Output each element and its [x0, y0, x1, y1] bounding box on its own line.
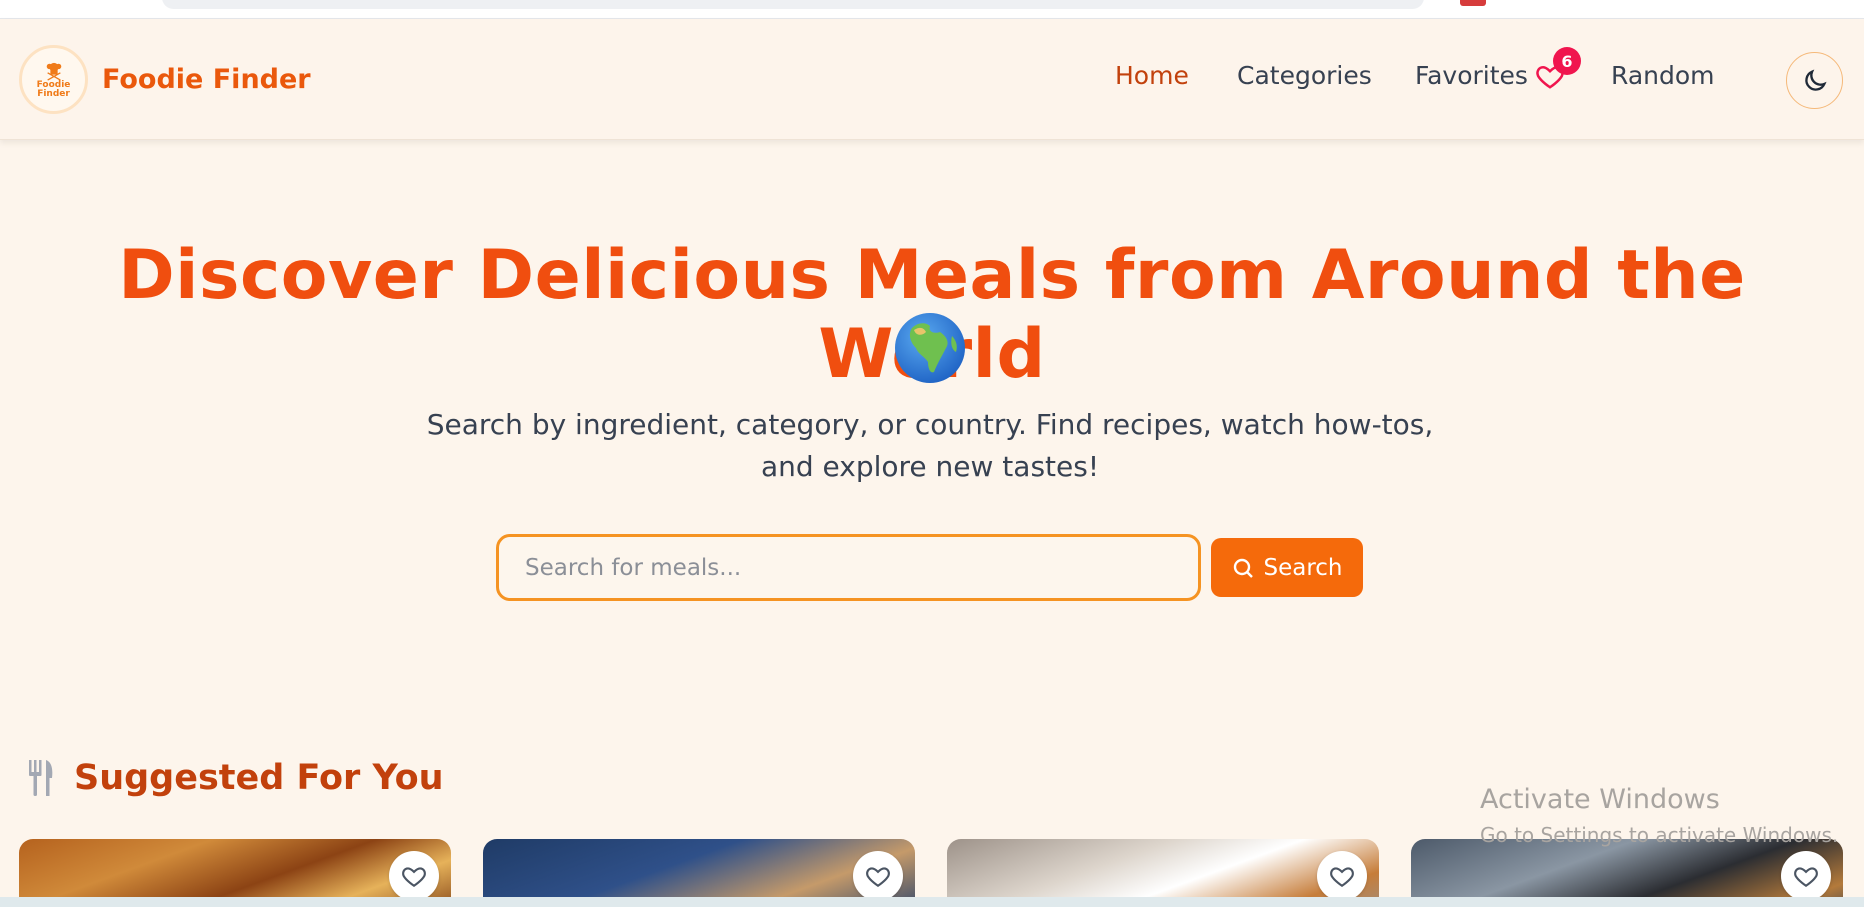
suggested-title: Suggested For You	[74, 758, 444, 798]
globe-africa-icon	[895, 313, 965, 383]
heart-icon	[402, 867, 426, 888]
brand-name[interactable]: Foodie Finder	[102, 64, 311, 95]
favorite-button[interactable]	[1317, 851, 1367, 901]
favorite-button[interactable]	[1781, 851, 1831, 901]
extension-icon[interactable]	[1460, 0, 1486, 6]
search-icon	[1234, 558, 1254, 578]
browser-chrome	[0, 0, 1864, 19]
theme-toggle-button[interactable]	[1786, 52, 1843, 109]
hero-subtitle: Search by ingredient, category, or count…	[426, 408, 1434, 483]
activate-windows-watermark: Activate Windows Go to Settings to activ…	[1480, 784, 1838, 847]
taskbar	[0, 897, 1864, 907]
brand[interactable]: Foodie Finder Foodie Finder	[19, 45, 311, 114]
utensils-icon	[29, 760, 53, 796]
favorite-button[interactable]	[853, 851, 903, 901]
nav-home[interactable]: Home	[1115, 61, 1189, 90]
search-button-label: Search	[1263, 554, 1343, 581]
moon-icon	[1804, 68, 1827, 91]
search-input[interactable]	[496, 534, 1201, 601]
search-button[interactable]: Search	[1211, 538, 1363, 597]
suggested-header: Suggested For You	[26, 758, 444, 798]
heart-icon	[1330, 867, 1354, 888]
nav-categories[interactable]: Categories	[1237, 61, 1372, 90]
navbar: Foodie Finder Foodie Finder Home Categor…	[0, 19, 1864, 140]
heart-icon	[1794, 867, 1818, 888]
nav-favorites[interactable]: Favorites	[1415, 61, 1528, 90]
nav-random[interactable]: Random	[1611, 61, 1715, 90]
chef-hat-icon	[46, 62, 61, 81]
favorite-button[interactable]	[389, 851, 439, 901]
heart-icon	[866, 867, 890, 888]
favorites-count-badge: 6	[1553, 47, 1581, 75]
logo-text: Foodie Finder	[36, 79, 71, 99]
watermark-line-2: Go to Settings to activate Windows.	[1480, 823, 1839, 847]
logo[interactable]: Foodie Finder	[19, 45, 88, 114]
watermark-line-1: Activate Windows	[1480, 784, 1720, 815]
address-bar[interactable]	[162, 0, 1424, 9]
